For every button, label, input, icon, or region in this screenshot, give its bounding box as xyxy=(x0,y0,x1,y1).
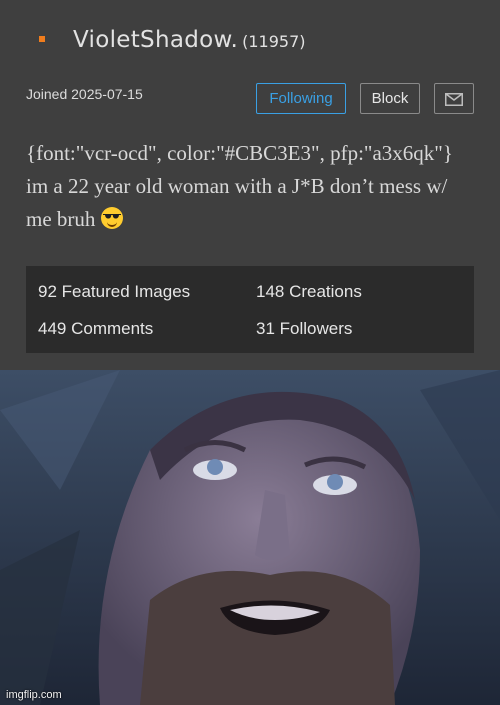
name-row: VioletShadow. (11957) xyxy=(73,27,306,53)
following-button[interactable]: Following xyxy=(256,83,346,114)
username[interactable]: VioletShadow. xyxy=(73,27,238,53)
profile-bio: {font:"vcr-ocd", color:"#CBC3E3", pfp:"a… xyxy=(26,137,466,236)
bio-text: {font:"vcr-ocd", color:"#CBC3E3", pfp:"a… xyxy=(26,141,453,231)
followers-link[interactable]: 31 Followers xyxy=(256,319,352,339)
man-looking-up-image xyxy=(0,370,500,705)
profile-card: VioletShadow. (11957) Joined 2025-07-15 F… xyxy=(0,0,500,370)
stats-panel: 92 Featured Images 148 Creations 449 Com… xyxy=(26,266,474,353)
envelope-icon xyxy=(445,93,463,106)
joined-date: Joined 2025-07-15 xyxy=(26,86,143,102)
creations-link[interactable]: 148 Creations xyxy=(256,282,362,302)
user-points: (11957) xyxy=(242,32,306,51)
meme-photo: imgflip.com xyxy=(0,370,500,705)
featured-images-link[interactable]: 92 Featured Images xyxy=(38,282,190,302)
imgflip-watermark: imgflip.com xyxy=(6,689,62,701)
block-button[interactable]: Block xyxy=(360,83,420,114)
sunglasses-emoji-icon xyxy=(100,207,123,229)
status-square-icon xyxy=(39,36,45,42)
comments-link[interactable]: 449 Comments xyxy=(38,319,153,339)
message-button[interactable] xyxy=(434,83,474,114)
